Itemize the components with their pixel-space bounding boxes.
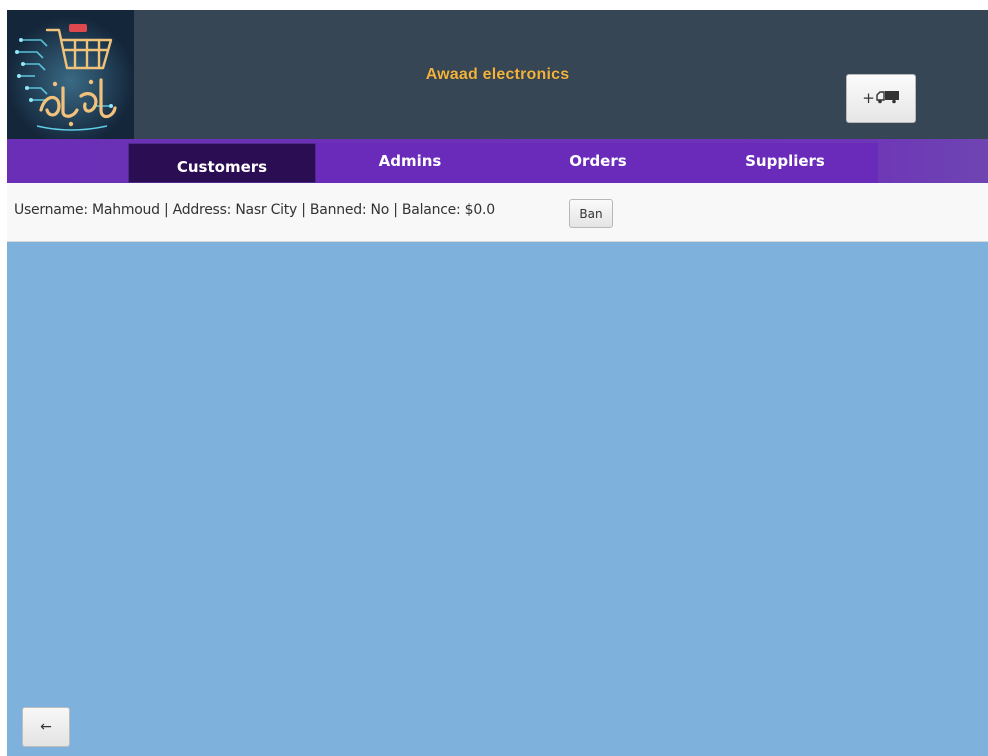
- tab-suppliers[interactable]: Suppliers: [692, 143, 878, 183]
- tab-suppliers-label: Suppliers: [745, 152, 825, 170]
- tab-orders[interactable]: Orders: [504, 143, 692, 183]
- tab-admins-label: Admins: [378, 152, 442, 170]
- delivery-truck-icon: [876, 89, 900, 108]
- tab-bar: Customers Admins Orders Suppliers: [7, 139, 988, 183]
- header: Awaad electronics +: [7, 10, 988, 139]
- customer-row: Username: Mahmoud | Address: Nasr City |…: [7, 183, 988, 242]
- tab-admins[interactable]: Admins: [316, 143, 504, 183]
- app-title: Awaad electronics: [425, 66, 570, 83]
- ban-button[interactable]: Ban: [569, 199, 613, 228]
- add-supplier-truck-button[interactable]: +: [846, 74, 916, 123]
- tab-customers[interactable]: Customers: [128, 143, 316, 183]
- tab-orders-label: Orders: [569, 152, 627, 170]
- app-window: Awaad electronics + Customers Admins Ord…: [7, 10, 988, 756]
- back-button[interactable]: ←: [22, 707, 70, 747]
- plus-label: +: [862, 89, 875, 107]
- customer-summary: Username: Mahmoud | Address: Nasr City |…: [14, 202, 495, 218]
- tab-customers-label: Customers: [176, 158, 268, 176]
